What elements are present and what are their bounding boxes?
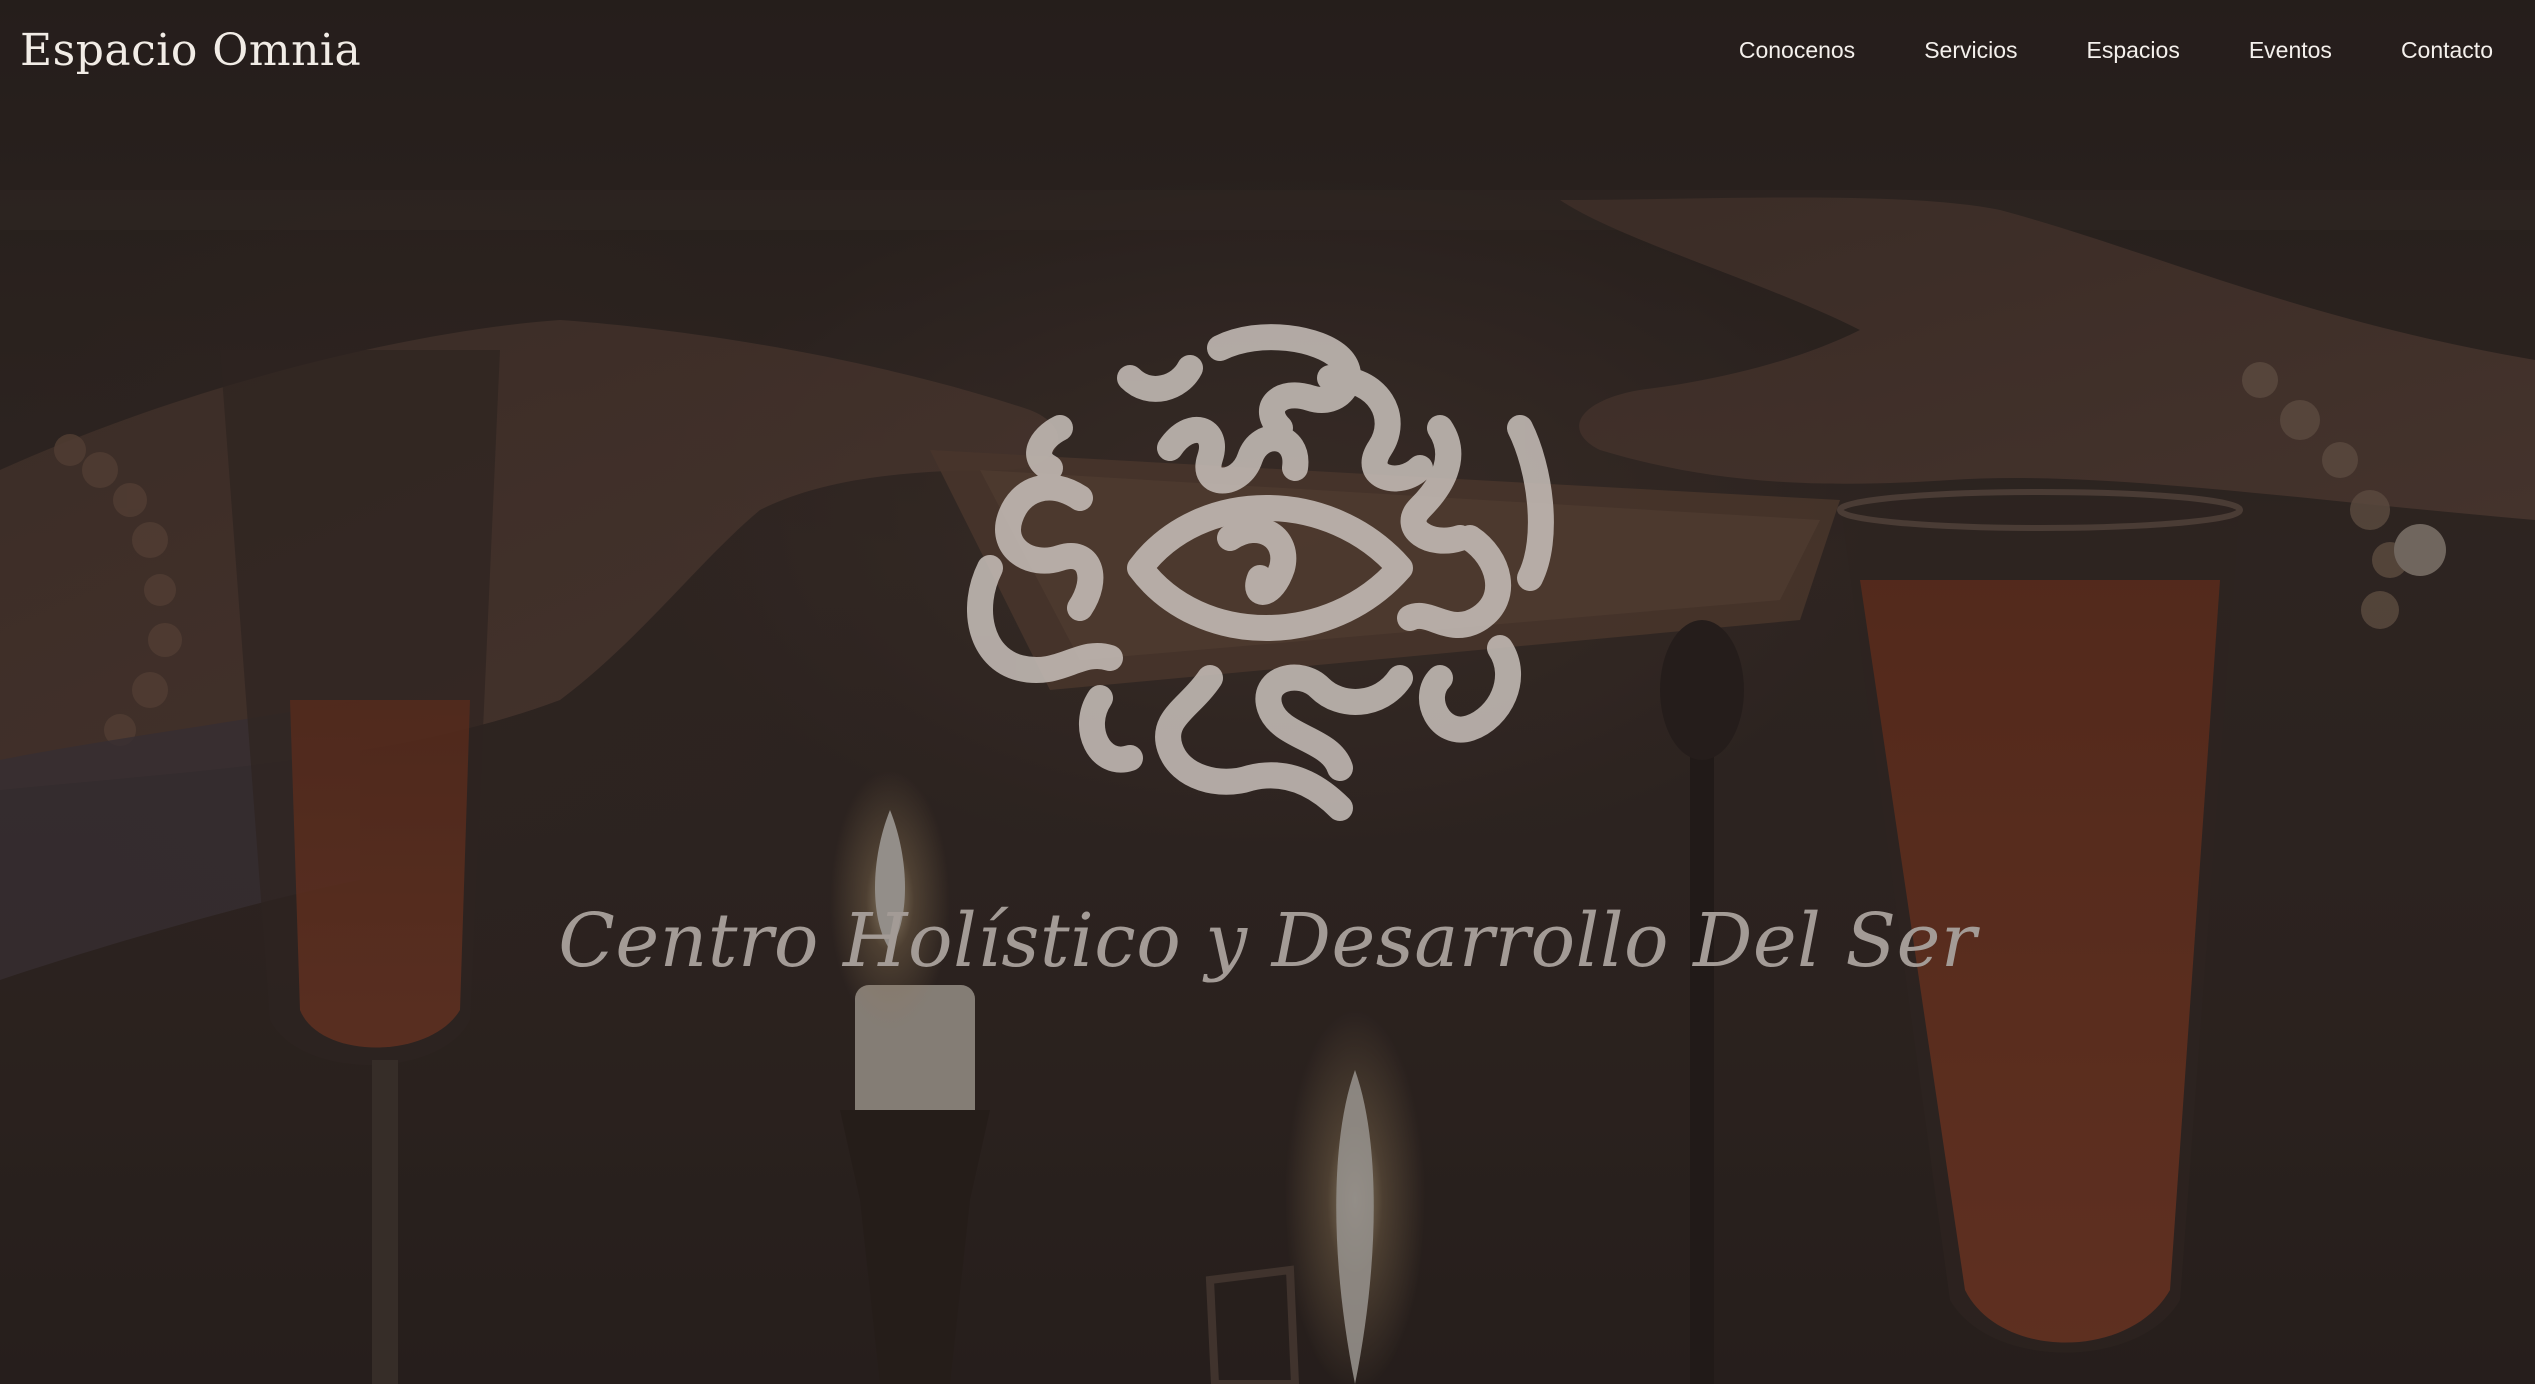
nav-link-conocenos[interactable]: Conocenos — [1739, 37, 1855, 64]
main-nav: Conocenos Servicios Espacios Eventos Con… — [1739, 37, 2493, 64]
nav-link-espacios[interactable]: Espacios — [2087, 37, 2180, 64]
brand-logo-link[interactable]: Espacio Omnia — [20, 25, 361, 76]
swirl-eye-emblem-icon — [967, 324, 1554, 821]
site-header: Espacio Omnia Conocenos Servicios Espaci… — [0, 0, 2535, 100]
page: Espacio Omnia Conocenos Servicios Espaci… — [0, 0, 2535, 1384]
nav-link-servicios[interactable]: Servicios — [1924, 37, 2017, 64]
nav-link-contacto[interactable]: Contacto — [2401, 37, 2493, 64]
nav-link-eventos[interactable]: Eventos — [2249, 37, 2332, 64]
hero-tagline: Centro Holístico y Desarrollo Del Ser — [558, 898, 1977, 984]
